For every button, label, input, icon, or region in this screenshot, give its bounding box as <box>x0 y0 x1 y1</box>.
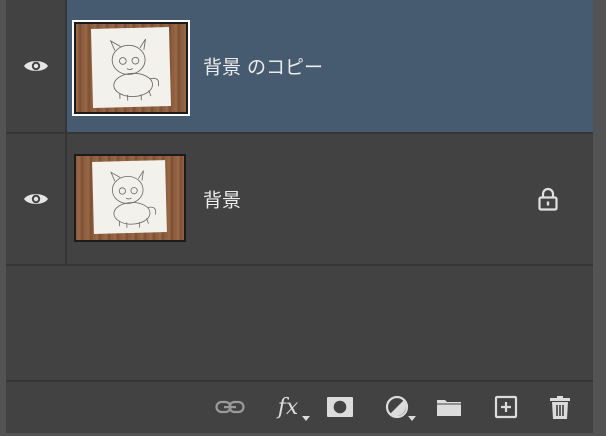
layer-thumbnail[interactable] <box>72 20 190 116</box>
layer-body[interactable]: 背景 <box>67 134 593 264</box>
trash-icon[interactable] <box>544 392 576 422</box>
add-layer-mask-icon[interactable] <box>324 392 356 422</box>
dropdown-arrow-icon <box>302 416 310 421</box>
layer-thumbnail[interactable] <box>74 154 186 242</box>
new-layer-icon[interactable] <box>490 392 522 422</box>
visibility-toggle[interactable] <box>6 0 67 132</box>
panel-edge <box>593 0 606 436</box>
fx-button[interactable]: fx <box>270 392 310 422</box>
sketch-paper <box>92 160 168 235</box>
layer-body[interactable]: 背景 のコピー <box>67 0 593 132</box>
sketch-drawing <box>110 170 157 228</box>
lock-icon[interactable] <box>537 187 559 211</box>
dropdown-arrow-icon <box>408 416 416 421</box>
layer-row-background[interactable]: 背景 <box>6 134 593 266</box>
layers-toolbar: fx <box>6 380 593 433</box>
adjustment-layer-icon[interactable] <box>380 392 416 422</box>
folder-icon[interactable] <box>434 392 464 422</box>
eye-icon[interactable] <box>23 58 49 74</box>
layer-name[interactable]: 背景 のコピー <box>203 53 323 80</box>
layers-panel: 背景 のコピー 背景 fx <box>6 0 593 433</box>
thumbnail-frame <box>74 22 188 114</box>
layer-row-background-copy[interactable]: 背景 のコピー <box>6 0 593 134</box>
link-layers-icon[interactable] <box>214 392 246 422</box>
eye-icon[interactable] <box>23 191 49 207</box>
visibility-toggle[interactable] <box>6 134 67 264</box>
layer-name[interactable]: 背景 <box>203 186 241 213</box>
fx-label: fx <box>277 394 299 420</box>
